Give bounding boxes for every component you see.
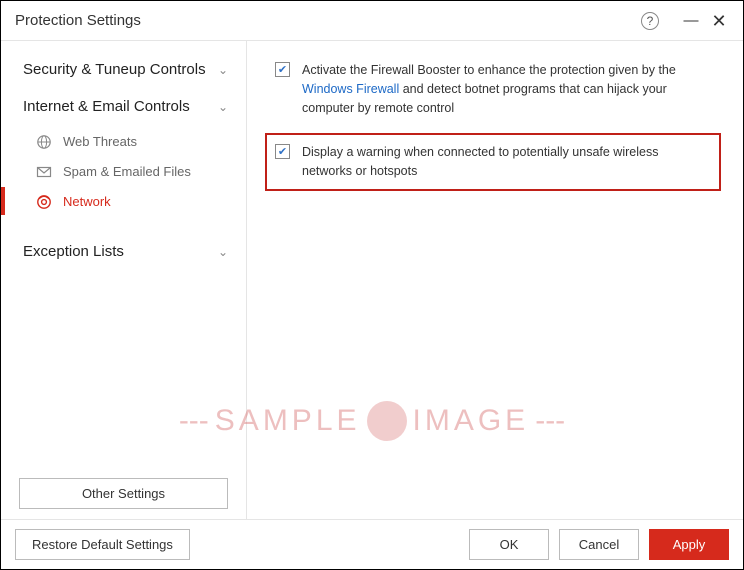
sidebar-section-internet-email[interactable]: Internet & Email Controls ⌄ [1,92,246,123]
network-icon [35,193,53,211]
sidebar-item-label: Network [63,194,111,209]
apply-button[interactable]: Apply [649,529,729,560]
wifi-warning-checkbox[interactable]: ✔ [275,144,290,159]
minimize-button[interactable]: — [681,12,701,29]
help-icon[interactable]: ? [641,12,659,30]
sidebar-item-spam-emailed-files[interactable]: Spam & Emailed Files [1,157,246,187]
window-title: Protection Settings [15,12,641,29]
text-part: Activate the Firewall Booster to enhance… [302,63,676,77]
content-pane: ✔ Activate the Firewall Booster to enhan… [247,41,743,519]
sidebar-item-label: Web Threats [63,134,137,149]
sidebar: Security & Tuneup Controls ⌄ Internet & … [1,41,247,519]
sidebar-section-security-tuneup[interactable]: Security & Tuneup Controls ⌄ [1,55,246,86]
chevron-down-icon: ⌄ [218,100,228,114]
sidebar-section-exception-lists[interactable]: Exception Lists ⌄ [1,237,246,268]
cancel-button[interactable]: Cancel [559,529,639,560]
chevron-down-icon: ⌄ [218,245,228,259]
option-firewall-booster: ✔ Activate the Firewall Booster to enhan… [275,61,717,117]
mail-icon [35,163,53,181]
sidebar-item-network[interactable]: Network [1,187,246,217]
active-indicator [1,187,5,215]
other-settings-button[interactable]: Other Settings [19,478,228,509]
firewall-booster-checkbox[interactable]: ✔ [275,62,290,77]
sidebar-section-label: Security & Tuneup Controls [23,61,206,80]
sidebar-section-label: Exception Lists [23,243,124,262]
ok-button[interactable]: OK [469,529,549,560]
option-wifi-warning: ✔ Display a warning when connected to po… [265,133,721,191]
windows-firewall-link[interactable]: Windows Firewall [302,82,399,96]
chevron-down-icon: ⌄ [218,63,228,77]
footer: Restore Default Settings OK Cancel Apply [1,519,743,569]
sidebar-section-label: Internet & Email Controls [23,98,190,117]
sidebar-item-label: Spam & Emailed Files [63,164,191,179]
wifi-warning-text: Display a warning when connected to pote… [302,143,711,181]
firewall-booster-text: Activate the Firewall Booster to enhance… [302,61,717,117]
close-button[interactable]: ✕ [709,12,729,30]
globe-icon [35,133,53,151]
restore-default-settings-button[interactable]: Restore Default Settings [15,529,190,560]
sidebar-item-web-threats[interactable]: Web Threats [1,127,246,157]
